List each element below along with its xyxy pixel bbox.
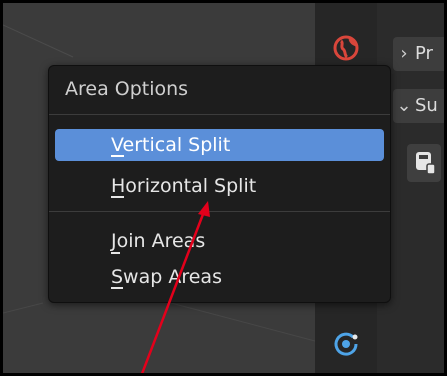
menu-item-swap-areas[interactable]: Swap Areas	[55, 261, 384, 293]
menu-item-join-areas[interactable]: Join Areas	[55, 225, 384, 257]
panel-header-expanded[interactable]: ⌄ Su	[393, 89, 444, 123]
menu-item-vertical-split[interactable]: Vertical Split	[55, 129, 384, 161]
chevron-right-icon: ›	[400, 43, 408, 64]
area-options-menu: Area Options Vertical Split Horizontal S…	[48, 65, 391, 303]
menu-item-label: Horizontal Split	[111, 175, 257, 197]
menu-item-label: Swap Areas	[111, 266, 222, 288]
panel-document-icon[interactable]	[407, 144, 441, 182]
orbit-icon[interactable]	[331, 328, 361, 358]
menu-separator	[49, 114, 390, 115]
menu-title: Area Options	[65, 78, 189, 100]
menu-separator	[49, 211, 390, 212]
menu-item-horizontal-split[interactable]: Horizontal Split	[55, 170, 384, 202]
mnemonic-underline	[111, 155, 124, 157]
menu-item-label: Join Areas	[111, 230, 206, 252]
world-icon[interactable]	[331, 33, 361, 63]
chevron-down-icon: ⌄	[396, 95, 412, 116]
mnemonic-underline	[111, 287, 123, 289]
panel-header-label: Su	[415, 95, 438, 116]
blender-window: › Pr ⌄ Su Area Options Vertical Split Hori…	[0, 0, 447, 376]
panel-document-icon-glyph	[416, 152, 436, 175]
mnemonic-underline	[111, 196, 124, 198]
mnemonic-underline	[111, 252, 120, 254]
menu-item-label: Vertical Split	[111, 134, 231, 156]
panel-header-collapsed[interactable]: › Pr	[393, 37, 444, 71]
panel-header-label: Pr	[415, 43, 433, 64]
